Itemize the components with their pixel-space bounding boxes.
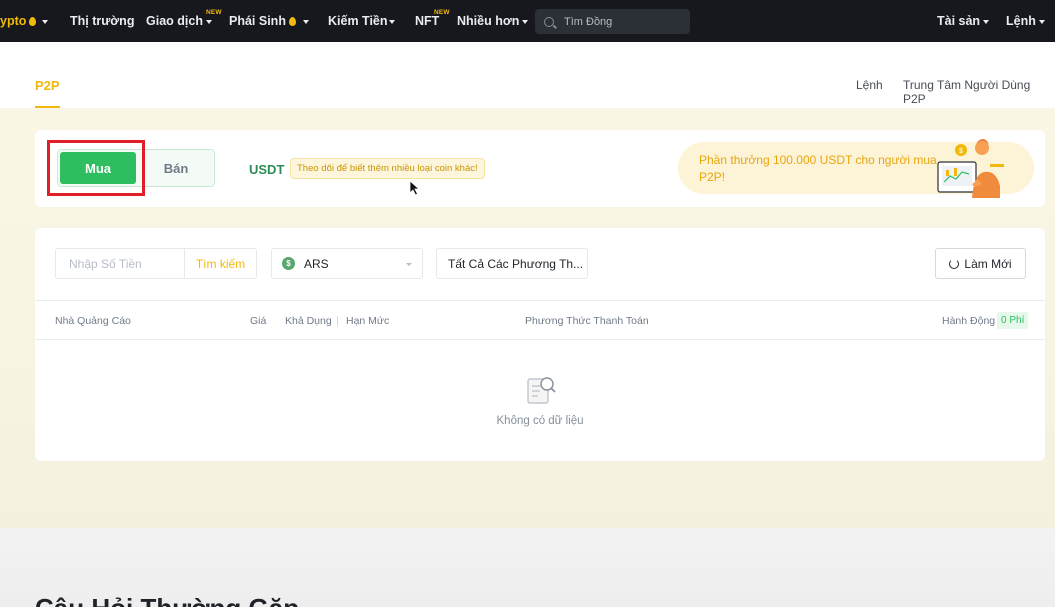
amount-filter: Tìm kiếm [55, 248, 257, 279]
nav-nft-label: NFT [415, 14, 440, 28]
currency-coin-icon: $ [282, 257, 295, 270]
nav-earn-menu[interactable]: Kiếm Tiền [328, 0, 395, 42]
reward-banner[interactable]: Phần thưởng 100.000 USDT cho người mua P… [678, 139, 1034, 198]
chevron-down-icon [205, 19, 212, 24]
chevron-down-icon [1038, 19, 1045, 24]
nav-orders-menu[interactable]: Lệnh [1006, 0, 1045, 42]
sell-button[interactable]: Bán [138, 152, 214, 184]
nav-crypto-label: ypto [0, 14, 27, 28]
col-price: Giá [250, 315, 267, 327]
faq-title: Câu Hỏi Thường Gặp [35, 593, 299, 607]
coin-follow-hint: Theo dõi để biết thêm nhiều loại coin kh… [290, 158, 485, 179]
offers-table-header: Nhà Quảng Cáo Giá Khả Dụng Hạn Mức Phươn… [35, 300, 1045, 340]
coin-tab-usdt[interactable]: USDT [249, 162, 284, 177]
amount-search-button[interactable]: Tìm kiếm [184, 249, 256, 278]
nav-trade-menu[interactable]: Giao dịch [146, 0, 212, 42]
trade-type-card: Mua Bán USDT Theo dõi để biết thêm nhiều… [35, 130, 1045, 207]
empty-data-icon [527, 377, 556, 404]
payment-method-value: Tất Cả Các Phương Th... [448, 256, 584, 271]
nav-derivatives-menu[interactable]: Phái Sinh [229, 0, 309, 42]
col-advertiser: Nhà Quảng Cáo [55, 315, 131, 327]
flame-icon [288, 16, 296, 26]
col-limit: Hạn Mức [346, 315, 390, 327]
fiat-currency-select[interactable]: $ ARS [271, 248, 423, 279]
nav-crypto-menu[interactable]: ypto [0, 0, 49, 42]
col-available: Khả Dụng [285, 315, 332, 327]
orders-link[interactable]: Lệnh [856, 78, 883, 92]
chevron-down-icon [302, 19, 309, 24]
refresh-label: Làm Mới [964, 256, 1012, 271]
new-badge: NEW [206, 9, 222, 16]
svg-text:$: $ [959, 148, 963, 155]
col-action: Hành Động [942, 315, 996, 327]
nav-more-label: Nhiều hơn [457, 14, 520, 28]
column-divider [337, 316, 338, 326]
chevron-down-icon [406, 263, 412, 266]
nav-nft[interactable]: NFT [415, 0, 439, 42]
new-badge: NEW [434, 9, 450, 16]
nav-derivatives-label: Phái Sinh [229, 14, 286, 28]
search-icon [544, 16, 554, 27]
mouse-cursor-icon [409, 180, 421, 196]
fiat-currency-value: ARS [304, 256, 329, 271]
nav-market-label: Thị trường [70, 14, 135, 28]
payment-method-select[interactable]: Tất Cả Các Phương Th... [436, 248, 588, 279]
reward-illustration-icon: $ [937, 139, 1004, 198]
flame-icon [29, 16, 37, 26]
top-navbar: ypto Thị trường Giao dịch NEW Phái Sinh … [0, 0, 1055, 42]
coin-search[interactable] [535, 9, 690, 34]
chevron-down-icon [42, 19, 49, 24]
chevron-down-icon [522, 19, 529, 24]
nav-trade-label: Giao dịch [146, 14, 203, 28]
zero-fee-badge: 0 Phí [997, 312, 1029, 329]
nav-assets-label: Tài sản [937, 14, 981, 28]
tab-p2p[interactable]: P2P [35, 78, 60, 93]
nav-assets-menu[interactable]: Tài sản [937, 0, 990, 42]
chevron-down-icon [388, 19, 395, 24]
chevron-down-icon [983, 19, 990, 24]
refresh-button[interactable]: Làm Mới [935, 248, 1026, 279]
col-payment: Phương Thức Thanh Toán [525, 315, 649, 327]
nav-earn-label: Kiếm Tiền [328, 14, 388, 28]
refresh-icon [949, 258, 960, 269]
reward-text: Phần thưởng 100.000 USDT cho người mua P… [699, 153, 937, 184]
coin-search-input[interactable] [564, 15, 684, 28]
nav-more-menu[interactable]: Nhiều hơn [457, 0, 529, 42]
p2p-user-center-link[interactable]: Trung Tâm Người Dùng P2P [903, 78, 1055, 106]
nav-orders-label: Lệnh [1006, 14, 1036, 28]
offers-card: Tìm kiếm $ ARS Tất Cả Các Phương Th... L… [35, 228, 1045, 461]
buy-button-highlight [47, 140, 145, 196]
nav-market[interactable]: Thị trường [70, 0, 134, 42]
empty-state-text: Không có dữ liệu [496, 415, 584, 427]
p2p-subheader: P2P Lệnh Trung Tâm Người Dùng P2P [0, 42, 1055, 108]
amount-input[interactable] [56, 249, 184, 278]
